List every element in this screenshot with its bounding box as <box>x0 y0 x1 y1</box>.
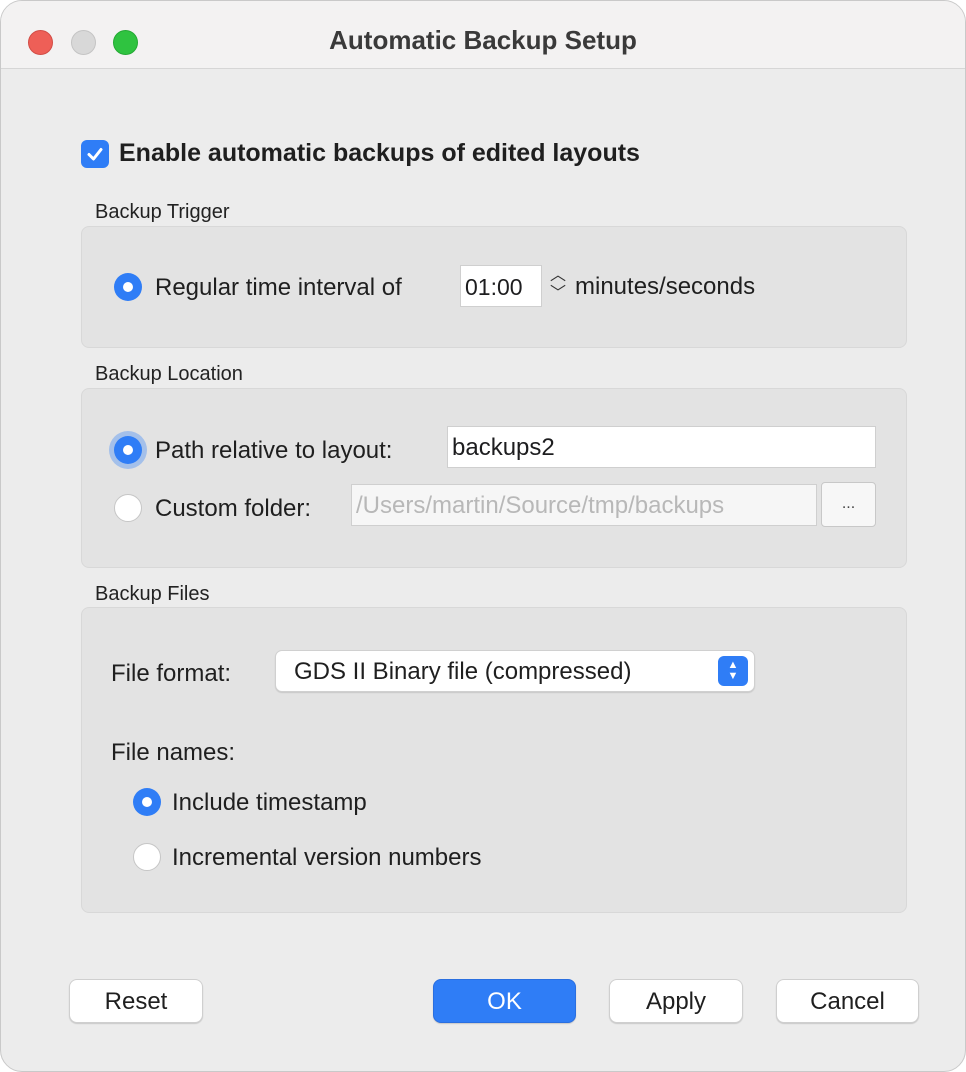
backup-files-title: Backup Files <box>95 583 210 605</box>
window-title: Automatic Backup Setup <box>329 25 637 55</box>
apply-button[interactable]: Apply <box>609 979 743 1023</box>
backup-location-group <box>81 388 907 568</box>
enable-backups-row[interactable]: Enable automatic backups of edited layou… <box>81 139 640 168</box>
relative-path-input[interactable]: backups2 <box>447 426 876 468</box>
dialog-window: Automatic Backup Setup Enable automatic … <box>0 0 966 1072</box>
incremental-version-radio[interactable] <box>133 843 161 871</box>
file-format-value: GDS II Binary file (compressed) <box>294 658 632 685</box>
incremental-version-label: Incremental version numbers <box>172 844 482 871</box>
checkmark-icon <box>87 147 103 160</box>
include-timestamp-radio[interactable] <box>133 788 161 816</box>
backup-trigger-title: Backup Trigger <box>95 201 230 223</box>
stepper-up-icon[interactable]: ︿ <box>550 267 566 285</box>
interval-time-input[interactable]: 01:00 <box>460 265 542 307</box>
reset-button[interactable]: Reset <box>69 979 203 1023</box>
include-timestamp-label: Include timestamp <box>172 789 367 816</box>
file-names-label: File names: <box>111 739 236 766</box>
select-arrows-icon: ▲ ▼ <box>718 656 748 686</box>
custom-folder-radio[interactable] <box>114 494 142 522</box>
interval-stepper[interactable]: ︿ ﹀ <box>543 263 573 307</box>
file-format-select[interactable]: GDS II Binary file (compressed) ▲ ▼ <box>275 650 755 692</box>
browse-folder-button[interactable]: ... <box>821 482 876 527</box>
relative-path-label: Path relative to layout: <box>155 437 393 464</box>
enable-backups-checkbox[interactable] <box>81 139 109 168</box>
file-format-label: File format: <box>111 660 232 687</box>
regular-interval-radio[interactable] <box>114 273 142 301</box>
backup-location-title: Backup Location <box>95 363 243 385</box>
regular-interval-label: Regular time interval of <box>155 274 402 301</box>
relative-path-radio[interactable] <box>114 436 142 464</box>
enable-backups-label: Enable automatic backups of edited layou… <box>119 139 640 167</box>
ok-button[interactable]: OK <box>433 979 576 1023</box>
title-bar[interactable]: Automatic Backup Setup <box>1 1 965 69</box>
cancel-button[interactable]: Cancel <box>776 979 919 1023</box>
stepper-down-icon[interactable]: ﹀ <box>550 285 566 303</box>
custom-folder-label: Custom folder: <box>155 495 312 522</box>
custom-folder-input[interactable]: /Users/martin/Source/tmp/backups <box>351 484 817 526</box>
interval-unit-label: minutes/seconds <box>575 273 756 300</box>
